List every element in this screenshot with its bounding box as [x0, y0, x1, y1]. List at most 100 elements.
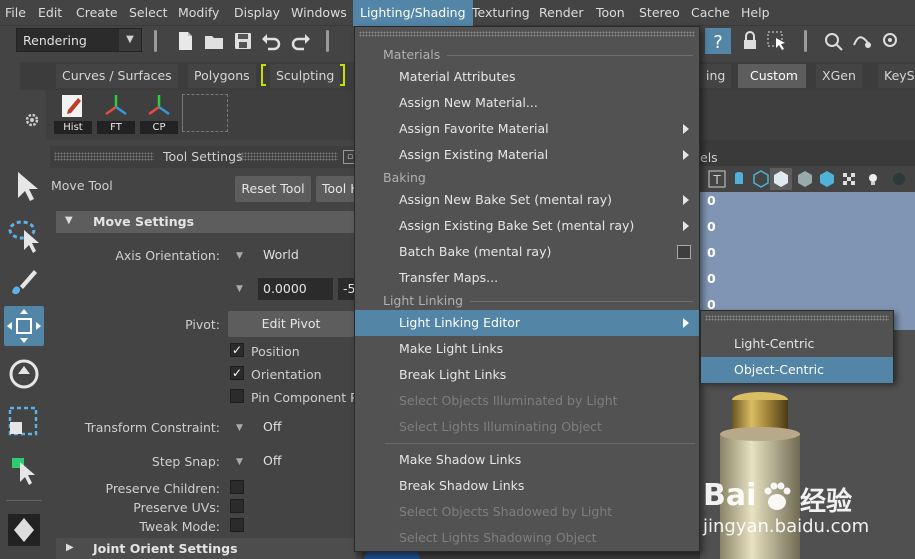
axis-value-field[interactable]: 0.0000: [258, 278, 333, 300]
snap-to-curve-icon[interactable]: [851, 30, 873, 52]
tear-off-handle[interactable]: [705, 315, 889, 321]
snap-to-grid-icon[interactable]: [822, 30, 844, 52]
separator-handle: [154, 30, 157, 52]
move-settings-section[interactable]: ▼ Move Settings: [56, 211, 356, 233]
checker-icon[interactable]: [840, 170, 858, 188]
shelf-tab-keyshot[interactable]: KeySh: [878, 64, 915, 88]
axis-orientation-dropdown[interactable]: World: [258, 244, 354, 266]
menu-create[interactable]: Create: [76, 0, 118, 26]
edit-pivot-button[interactable]: Edit Pivot: [228, 311, 354, 337]
light-cube-icon[interactable]: [818, 170, 836, 188]
lightbulb-icon[interactable]: [864, 170, 882, 188]
layout-quad-icon[interactable]: [4, 510, 44, 550]
lighting-shading-menu: Materials Material Attributes Assign New…: [354, 26, 700, 552]
redo-icon[interactable]: [290, 30, 312, 52]
menu-item-break-light-links[interactable]: Break Light Links: [355, 362, 699, 388]
channel-value[interactable]: 0: [707, 245, 716, 260]
axis-orientation-label: Axis Orientation:: [115, 248, 220, 263]
menu-help[interactable]: Help: [741, 0, 770, 26]
move-tool[interactable]: [4, 306, 44, 346]
menu-file[interactable]: File: [5, 0, 26, 26]
menu-item-transfer-maps[interactable]: Transfer Maps...: [355, 265, 699, 291]
menu-item-light-linking-editor[interactable]: Light Linking Editor: [355, 310, 699, 336]
menu-edit[interactable]: Edit: [38, 0, 62, 26]
menu-item-make-light-links[interactable]: Make Light Links: [355, 336, 699, 362]
step-snap-dropdown[interactable]: Off: [258, 450, 354, 472]
shaded-cube-icon[interactable]: [770, 168, 792, 190]
shelf-tab-polygons[interactable]: Polygons: [188, 64, 256, 88]
menu-item-batch-bake[interactable]: Batch Bake (mental ray): [355, 239, 699, 265]
submenu-item-object-centric[interactable]: Object-Centric: [701, 357, 893, 383]
tear-off-handle[interactable]: [359, 31, 695, 37]
menu-item-assign-new-bake-set[interactable]: Assign New Bake Set (mental ray): [355, 187, 699, 213]
save-scene-icon[interactable]: [232, 30, 254, 52]
shelf-button-ft[interactable]: FT: [97, 92, 135, 134]
paint-select-tool-icon[interactable]: [4, 262, 44, 302]
menu-item-break-shadow-links[interactable]: Break Shadow Links: [355, 473, 699, 499]
menu-item-assign-new-material[interactable]: Assign New Material...: [355, 90, 699, 116]
reset-tool-button[interactable]: Reset Tool: [235, 176, 311, 202]
menu-item-make-shadow-links[interactable]: Make Shadow Links: [355, 447, 699, 473]
watermark-brand: Bai: [703, 478, 757, 513]
menu-texturing[interactable]: Texturing: [472, 0, 530, 26]
channel-value[interactable]: 0: [707, 271, 716, 286]
select-tool-icon[interactable]: [4, 166, 44, 206]
new-scene-icon[interactable]: [174, 30, 196, 52]
lock-selection-icon[interactable]: [741, 30, 763, 52]
menu-toon[interactable]: Toon: [596, 0, 625, 26]
shelf-button-hist[interactable]: Hist: [54, 92, 92, 134]
open-scene-icon[interactable]: [203, 30, 225, 52]
option-box-icon[interactable]: [677, 245, 691, 259]
menu-render[interactable]: Render: [539, 0, 584, 26]
menu-display[interactable]: Display: [234, 0, 280, 26]
transform-constraint-dropdown[interactable]: Off: [258, 416, 354, 438]
channel-value[interactable]: 0: [707, 193, 716, 208]
cylinder-icon[interactable]: [730, 170, 748, 188]
menu-cache[interactable]: Cache: [691, 0, 730, 26]
shelf-tab-sculpting[interactable]: Sculpting: [270, 64, 341, 88]
text-icon[interactable]: T: [708, 170, 726, 188]
channel-value[interactable]: 0: [707, 219, 716, 234]
drag-handle[interactable]: [54, 152, 154, 161]
shelf-tab-xgen[interactable]: XGen: [816, 64, 862, 88]
lasso-tool-icon[interactable]: [4, 214, 44, 254]
highlight-selection-icon[interactable]: [766, 30, 788, 52]
texture-cube-icon[interactable]: [796, 170, 814, 188]
menu-stereo[interactable]: Stereo: [639, 0, 680, 26]
gear-icon[interactable]: [24, 112, 40, 128]
menu-set-dropdown[interactable]: Rendering ▼: [16, 28, 142, 52]
separator-handle: [326, 30, 329, 52]
position-label: Position: [251, 344, 300, 359]
last-tool-icon[interactable]: [4, 448, 44, 488]
drag-handle[interactable]: [238, 152, 338, 161]
tweak-mode-checkbox[interactable]: [230, 518, 244, 532]
menu-item-assign-existing-bake-set[interactable]: Assign Existing Bake Set (mental ray): [355, 213, 699, 239]
pin-component-checkbox[interactable]: [230, 389, 244, 403]
step-snap-label: Step Snap:: [151, 454, 220, 469]
sphere-icon[interactable]: [890, 170, 908, 188]
menu-item-material-attributes[interactable]: Material Attributes: [355, 64, 699, 90]
menu-lighting-shading[interactable]: Lighting/Shading: [353, 0, 473, 26]
undo-icon[interactable]: [260, 30, 282, 52]
shelf-button-cp[interactable]: CP: [140, 92, 178, 134]
joint-orient-section[interactable]: ▶ Joint Orient Settings: [56, 538, 356, 559]
orientation-checkbox[interactable]: ✓: [230, 366, 244, 380]
snap-to-point-icon[interactable]: [880, 30, 902, 52]
cube-icon[interactable]: [752, 170, 770, 188]
shelf-tab-curves-surfaces[interactable]: Curves / Surfaces: [56, 64, 178, 88]
submenu-item-light-centric[interactable]: Light-Centric: [701, 331, 893, 357]
menu-select[interactable]: Select: [129, 0, 168, 26]
help-line-icon[interactable]: ?: [704, 27, 732, 55]
rotate-tool-icon[interactable]: [4, 354, 44, 394]
shelf-tab-rendering[interactable]: ing: [700, 64, 732, 88]
menu-item-assign-existing-material[interactable]: Assign Existing Material: [355, 142, 699, 168]
toolbox-divider: [6, 500, 42, 501]
position-checkbox[interactable]: ✓: [230, 343, 244, 357]
menu-windows[interactable]: Windows: [291, 0, 347, 26]
menu-item-assign-favorite-material[interactable]: Assign Favorite Material: [355, 116, 699, 142]
preserve-uvs-checkbox[interactable]: [230, 499, 244, 513]
preserve-children-checkbox[interactable]: [230, 480, 244, 494]
menu-modify[interactable]: Modify: [178, 0, 219, 26]
scale-tool-icon[interactable]: [4, 402, 44, 442]
shelf-tab-custom[interactable]: Custom: [738, 64, 806, 88]
